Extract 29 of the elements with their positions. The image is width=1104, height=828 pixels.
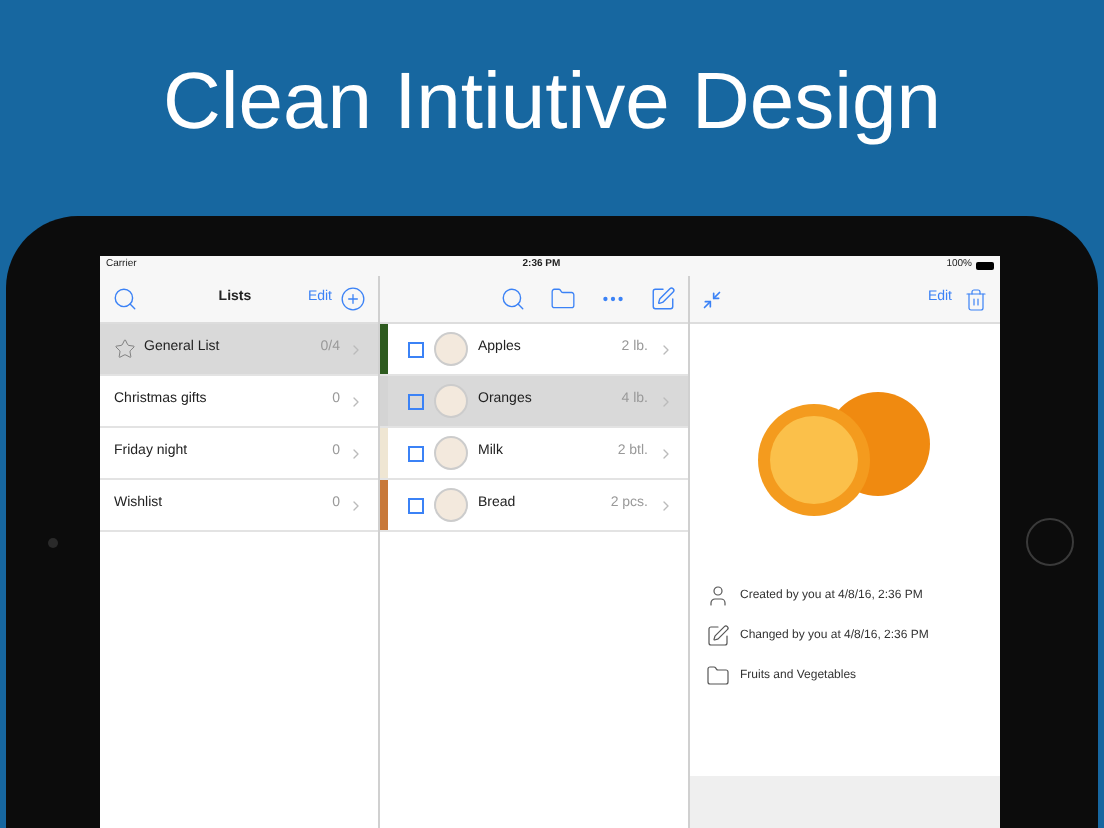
thumbnail-placeholder	[434, 332, 468, 366]
chevron-icon	[348, 393, 364, 409]
chevron-icon	[348, 341, 364, 357]
chevron-icon	[348, 497, 364, 513]
collapse-icon[interactable]	[702, 289, 722, 309]
chevron-icon	[658, 393, 674, 409]
checkbox[interactable]	[408, 393, 424, 409]
compose-icon[interactable]	[650, 286, 676, 312]
trash-icon[interactable]	[964, 287, 988, 311]
home-button[interactable]	[1025, 518, 1073, 566]
search-icon[interactable]	[500, 286, 526, 312]
thumbnail-placeholder	[434, 384, 468, 418]
edit-icon	[706, 624, 730, 648]
search-icon[interactable]	[112, 286, 138, 312]
checkbox[interactable]	[408, 497, 424, 513]
folder-icon	[706, 664, 730, 688]
battery-icon	[975, 262, 994, 270]
person-icon	[706, 584, 730, 608]
thumbnail-placeholder	[434, 436, 468, 470]
checkbox[interactable]	[408, 341, 424, 357]
add-icon[interactable]	[340, 286, 366, 312]
chevron-icon	[658, 497, 674, 513]
chevron-icon	[658, 341, 674, 357]
folder-icon[interactable]	[550, 286, 576, 312]
checkbox[interactable]	[408, 445, 424, 461]
chevron-icon	[658, 445, 674, 461]
thumbnail-placeholder	[434, 488, 468, 522]
chevron-icon	[348, 445, 364, 461]
headline: Clean Intiutive Design	[162, 62, 942, 142]
